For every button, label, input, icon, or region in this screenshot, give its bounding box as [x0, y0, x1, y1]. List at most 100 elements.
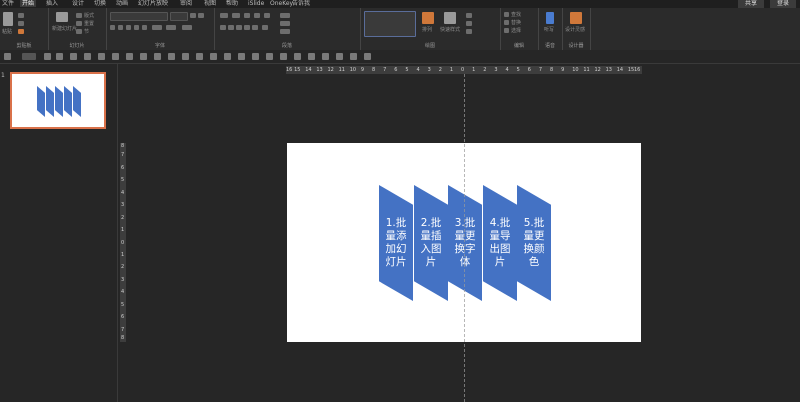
section-icon[interactable]: [76, 29, 82, 34]
bold-icon[interactable]: [110, 25, 115, 30]
decrease-indent-icon[interactable]: [244, 13, 250, 18]
undo-icon[interactable]: [56, 53, 63, 60]
tab-animations[interactable]: 动画: [116, 0, 128, 7]
group-icon[interactable]: [238, 53, 245, 60]
shadow-icon[interactable]: [142, 25, 147, 30]
increase-indent-icon[interactable]: [254, 13, 260, 18]
font-size-box[interactable]: [170, 12, 188, 21]
pen-icon[interactable]: [322, 53, 329, 60]
dictate-icon[interactable]: [546, 12, 554, 24]
chevron-shape[interactable]: 1.批量添加幻灯片: [379, 185, 413, 301]
distributed-icon[interactable]: [252, 25, 258, 30]
tab-home[interactable]: 开始: [20, 0, 37, 7]
tab-design[interactable]: 设计: [72, 0, 84, 7]
line-icon[interactable]: [350, 53, 357, 60]
char-spacing-icon[interactable]: [152, 25, 162, 30]
tab-onekey[interactable]: OneKey: [270, 0, 293, 7]
clipboard-group-label: 剪贴板: [16, 43, 32, 49]
shape-outline-icon[interactable]: [466, 21, 472, 26]
send-backward-icon[interactable]: [266, 53, 273, 60]
tab-review[interactable]: 审阅: [180, 0, 192, 7]
columns-icon[interactable]: [262, 25, 268, 30]
eyedropper-icon[interactable]: [336, 53, 343, 60]
shrink-font-icon[interactable]: [198, 13, 204, 18]
ruler-tick-label: 7: [121, 326, 125, 333]
autosave-icon[interactable]: [4, 53, 11, 60]
numbering-icon[interactable]: [232, 13, 240, 18]
bring-forward-icon[interactable]: [252, 53, 259, 60]
shapes-icon[interactable]: [210, 53, 217, 60]
tab-tell-me[interactable]: 告诉我: [292, 0, 310, 7]
account-button[interactable]: 登录: [770, 0, 796, 8]
quick-styles-icon[interactable]: [444, 12, 456, 24]
tab-help[interactable]: 帮助: [226, 0, 238, 7]
grow-font-icon[interactable]: [190, 13, 196, 18]
tab-file[interactable]: 文件: [2, 0, 14, 7]
spelling-icon[interactable]: [154, 53, 161, 60]
autosave-toggle[interactable]: [22, 53, 36, 60]
tab-insert[interactable]: 插入: [46, 0, 58, 7]
text-direction-icon[interactable]: [280, 13, 290, 18]
bullets-icon[interactable]: [220, 13, 228, 18]
tab-slideshow[interactable]: 幻灯片放映: [138, 0, 168, 7]
align-left-icon[interactable]: [220, 25, 226, 30]
copy-icon[interactable]: [18, 21, 24, 26]
customize-toolbar-icon[interactable]: [364, 53, 371, 60]
start-from-beginning-icon[interactable]: [98, 53, 105, 60]
chart-icon[interactable]: [182, 53, 189, 60]
align-right-icon[interactable]: [236, 25, 242, 30]
select-icon[interactable]: [504, 28, 509, 33]
new-slide-icon[interactable]: [56, 12, 68, 22]
design-ideas-icon[interactable]: [570, 12, 582, 24]
tab-islide[interactable]: iSlide: [248, 0, 264, 7]
tab-view[interactable]: 视图: [204, 0, 216, 7]
ruler-tick-label: 0: [121, 239, 125, 246]
arrange-icon[interactable]: [422, 12, 434, 24]
link-icon[interactable]: [308, 53, 315, 60]
chevron-shape[interactable]: 2.批量插入图片: [414, 185, 448, 301]
smartart-icon[interactable]: [280, 29, 290, 34]
rotate-icon[interactable]: [294, 53, 301, 60]
underline-icon[interactable]: [126, 25, 131, 30]
table-icon[interactable]: [168, 53, 175, 60]
cut-icon[interactable]: [18, 13, 24, 18]
paste-icon[interactable]: [3, 12, 13, 26]
align-text-icon[interactable]: [280, 21, 290, 26]
share-button[interactable]: 共享: [738, 0, 764, 8]
line-spacing-icon[interactable]: [264, 13, 270, 18]
slide-thumbnail[interactable]: [10, 72, 106, 129]
ruler-tick-label: 10: [349, 67, 357, 73]
reset-icon[interactable]: [76, 21, 82, 26]
font-name-box[interactable]: [110, 12, 168, 21]
shape-text: 3.批量更换字体: [454, 217, 476, 268]
open-icon[interactable]: [126, 53, 133, 60]
shape-effects-icon[interactable]: [466, 29, 472, 34]
new-icon[interactable]: [112, 53, 119, 60]
chevron-shape[interactable]: 3.批量更换字体: [448, 185, 482, 301]
chevron-shape[interactable]: 5.批量更换颜色: [517, 185, 551, 301]
find-icon[interactable]: [504, 12, 509, 17]
picture-icon[interactable]: [196, 53, 203, 60]
ruler-tick-label: 5: [121, 177, 125, 184]
quick-access-toolbar: [0, 50, 800, 64]
save-icon[interactable]: [44, 53, 51, 60]
chevron-shape[interactable]: 4.批量导出图片: [483, 185, 517, 301]
repeat-icon[interactable]: [84, 53, 91, 60]
ruler-tick-label: 1: [472, 67, 476, 73]
italic-icon[interactable]: [118, 25, 123, 30]
shape-fill-icon[interactable]: [466, 13, 472, 18]
format-painter-icon[interactable]: [18, 29, 24, 34]
replace-icon[interactable]: [504, 20, 509, 25]
tab-transitions[interactable]: 切换: [94, 0, 106, 7]
strikethrough-icon[interactable]: [134, 25, 139, 30]
justify-icon[interactable]: [244, 25, 250, 30]
align-center-icon[interactable]: [228, 25, 234, 30]
font-color-icon[interactable]: [182, 25, 192, 30]
redo-icon[interactable]: [70, 53, 77, 60]
layout-icon[interactable]: [76, 13, 82, 18]
print-preview-icon[interactable]: [140, 53, 147, 60]
distribute-icon[interactable]: [280, 53, 287, 60]
change-case-icon[interactable]: [166, 25, 176, 30]
shapes-gallery[interactable]: [364, 11, 416, 37]
align-objects-icon[interactable]: [224, 53, 231, 60]
